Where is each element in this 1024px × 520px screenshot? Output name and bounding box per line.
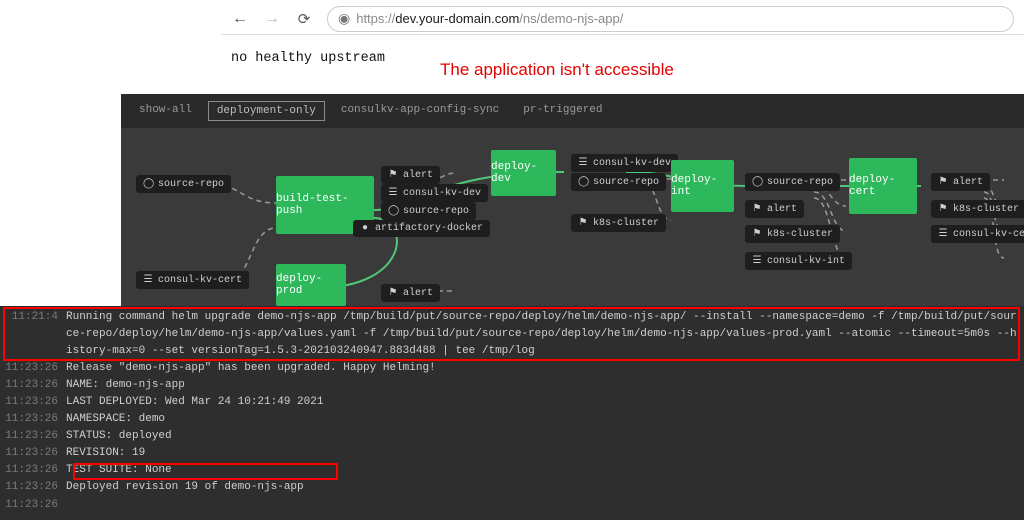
chip-k8s-cluster-2[interactable]: ⚑k8s-cluster [745,225,840,243]
job-deploy-cert[interactable]: deploy-cert [849,158,917,214]
pipeline-canvas[interactable]: ◯source-repo ☰consul-kv-cert build-test-… [121,128,1024,309]
github-icon: ◯ [143,178,153,190]
log-line: 11:23:26REVISION: 19 [0,445,1024,462]
annotation-not-accessible: The application isn't accessible [440,60,674,80]
sitemap-icon: ⚑ [752,228,762,240]
address-bar: ← → ⟳ ◉ https://dev.your-domain.com/ns/d… [221,3,1024,35]
url-path: /ns/demo-njs-app/ [519,11,623,26]
chip-artifactory-docker[interactable]: ●artifactory-docker [353,220,490,237]
chip-source-repo[interactable]: ◯source-repo [136,175,231,193]
chip-alert-4[interactable]: ⚑alert [931,173,990,191]
chip-consul-kv-dev-2[interactable]: ☰consul-kv-dev [571,154,678,172]
sitemap-icon: ⚑ [578,217,588,229]
log-line: 11:23:26NAME: demo-njs-app [0,377,1024,394]
chip-source-repo-4[interactable]: ◯source-repo [745,173,840,191]
chip-alert-3[interactable]: ⚑alert [745,200,804,218]
github-icon: ◯ [388,205,398,217]
log-line: 11:23:26TEST SUITE: None [0,462,1024,479]
forward-button[interactable]: → [263,10,281,28]
tab-show-all[interactable]: show-all [131,101,200,121]
log-line: 11:23:26NAMESPACE: demo [0,411,1024,428]
sitemap-icon: ⚑ [938,176,948,188]
job-deploy-prod[interactable]: deploy-prod [276,264,346,306]
pipeline-panel: show-all deployment-only consulkv-app-co… [121,94,1024,306]
pipeline-tabs: show-all deployment-only consulkv-app-co… [121,94,1024,128]
log-line: 11:21:4Running command helm upgrade demo… [0,309,1024,360]
reload-button[interactable]: ⟳ [295,10,313,28]
artifact-icon: ● [360,223,370,234]
chip-consul-kv-cert[interactable]: ☰consul-kv-cert [136,271,249,289]
chip-k8s-cluster[interactable]: ⚑k8s-cluster [571,214,666,232]
folder-icon: ☰ [143,274,153,286]
log-line: 11:23:26Release "demo-njs-app" has been … [0,360,1024,377]
chip-consul-kv-dev[interactable]: ☰consul-kv-dev [381,184,488,202]
chip-k8s-cluster-3[interactable]: ⚑k8s-cluster [931,200,1024,218]
chip-source-repo-3[interactable]: ◯source-repo [571,173,666,191]
log-line: 11:23:26 [0,497,1024,514]
log-line: 11:23:26STATUS: deployed [0,428,1024,445]
chip-consul-kv-cert-2[interactable]: ☰consul-kv-cert [931,225,1024,243]
github-icon: ◯ [752,176,762,188]
folder-icon: ☰ [752,255,762,267]
folder-icon: ☰ [938,228,948,240]
folder-icon: ☰ [388,187,398,199]
url-scheme: https [356,11,384,26]
error-text: no healthy upstream [231,51,385,66]
tab-pr-triggered[interactable]: pr-triggered [515,101,610,121]
github-icon: ◯ [578,176,588,188]
sitemap-icon: ⚑ [388,287,398,299]
sitemap-icon: ⚑ [938,203,948,215]
tab-deployment-only[interactable]: deployment-only [208,101,325,121]
browser-window: ← → ⟳ ◉ https://dev.your-domain.com/ns/d… [221,3,1024,66]
sitemap-icon: ⚑ [388,169,398,181]
url-host: dev.your-domain.com [395,11,519,26]
tab-consulkv-sync[interactable]: consulkv-app-config-sync [333,101,507,121]
log-panel[interactable]: 11:21:4Running command helm upgrade demo… [0,306,1024,520]
site-info-icon: ◉ [338,10,350,27]
job-deploy-int[interactable]: deploy-int [671,160,734,212]
log-line: 11:23:26LAST DEPLOYED: Wed Mar 24 10:21:… [0,394,1024,411]
sitemap-icon: ⚑ [752,203,762,215]
folder-icon: ☰ [578,157,588,169]
chip-alert[interactable]: ⚑alert [381,166,440,184]
chip-source-repo-2[interactable]: ◯source-repo [381,202,476,220]
chip-alert-5[interactable]: ⚑alert [381,284,440,302]
back-button[interactable]: ← [231,10,249,28]
job-deploy-dev[interactable]: deploy-dev [491,150,556,196]
url-input[interactable]: ◉ https://dev.your-domain.com/ns/demo-nj… [327,6,1014,32]
log-line: 11:23:26Deployed revision 19 of demo-njs… [0,479,1024,496]
chip-consul-kv-int[interactable]: ☰consul-kv-int [745,252,852,270]
